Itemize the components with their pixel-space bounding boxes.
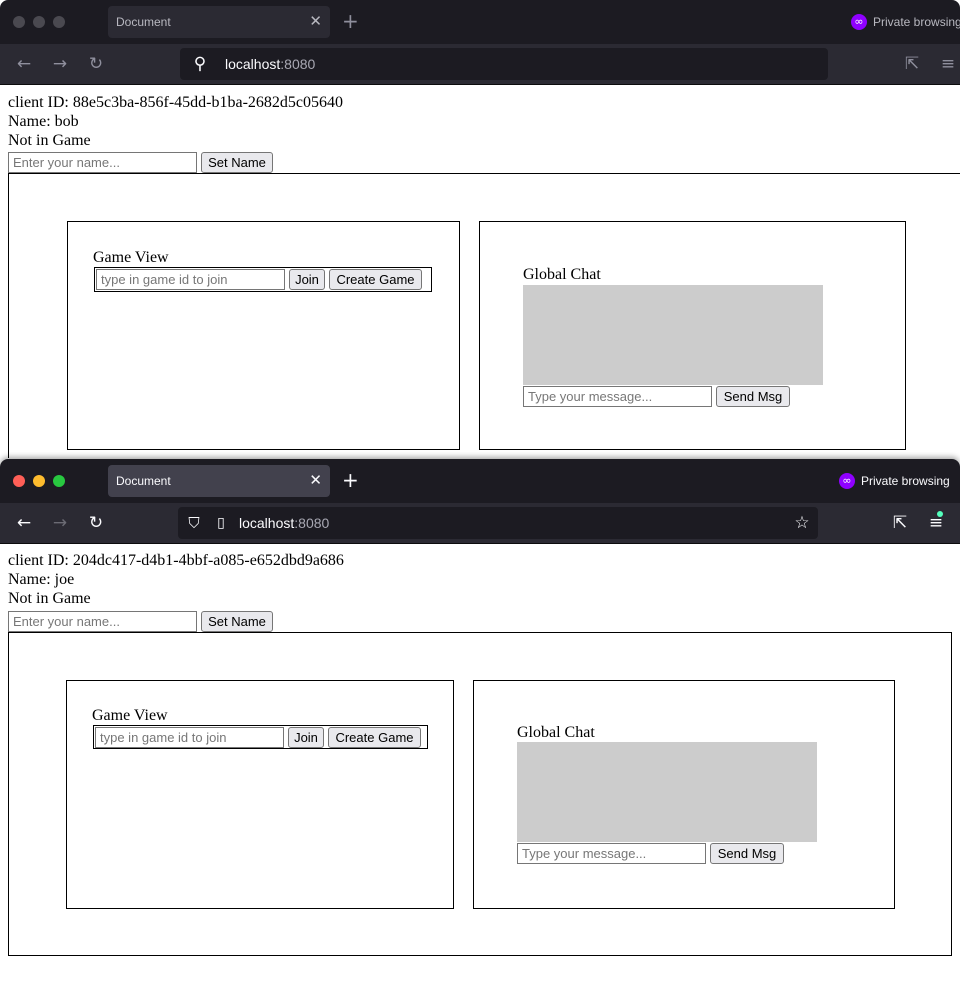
join-button[interactable]: Join — [289, 269, 325, 290]
back-icon[interactable]: ← — [14, 54, 34, 74]
zoom-window-dot[interactable] — [53, 475, 65, 487]
game-view-label: Game View — [92, 707, 168, 724]
game-id-input[interactable] — [95, 727, 284, 748]
url-port: :8080 — [294, 515, 330, 531]
global-chat-panel: Global Chat Send Msg — [479, 221, 906, 450]
send-message-button[interactable]: Send Msg — [716, 386, 790, 407]
app-frame: Game View Join Create Game Global Chat S… — [8, 173, 960, 458]
page-icon[interactable]: ▯ — [211, 513, 231, 533]
menu-icon[interactable]: ≡ — [938, 54, 958, 74]
close-tab-icon[interactable]: ✕ — [309, 12, 322, 30]
name-text: Name: bob — [8, 113, 79, 130]
extensions-icon[interactable]: ⇱ — [890, 513, 910, 533]
url-host: localhost — [239, 515, 295, 531]
url-host: localhost — [225, 56, 281, 72]
close-tab-icon[interactable]: ✕ — [309, 471, 322, 489]
forward-icon[interactable]: → — [50, 513, 70, 533]
app-frame: Game View Join Create Game Global Chat S… — [8, 632, 952, 956]
page-content: client ID: 204dc417-d4b1-4bbf-a085-e652d… — [0, 544, 960, 981]
send-message-button[interactable]: Send Msg — [710, 843, 784, 864]
private-browsing-icon: ∞ — [839, 473, 855, 489]
menu-icon[interactable]: ≡ — [926, 513, 946, 533]
reload-icon[interactable]: ↻ — [86, 513, 106, 533]
game-id-input[interactable] — [96, 269, 285, 290]
minimize-window-dot[interactable] — [33, 16, 45, 28]
set-name-button[interactable]: Set Name — [201, 611, 273, 632]
url-text[interactable]: localhost:8080 — [225, 56, 315, 72]
join-game-form: Join Create Game — [94, 267, 432, 292]
minimize-window-dot[interactable] — [33, 475, 45, 487]
client-id-text: client ID: 204dc417-d4b1-4bbf-a085-e652d… — [8, 552, 344, 569]
extensions-icon[interactable]: ⇱ — [902, 54, 922, 74]
name-input[interactable] — [8, 152, 197, 173]
join-button[interactable]: Join — [288, 727, 324, 748]
private-browsing-label: Private browsing — [861, 474, 950, 488]
close-window-dot[interactable] — [13, 475, 25, 487]
tab-strip: Document ✕ + ∞ Private browsing — [0, 0, 960, 44]
zoom-window-dot[interactable] — [53, 16, 65, 28]
chat-messages-area — [517, 742, 817, 842]
global-chat-label: Global Chat — [523, 266, 601, 283]
url-port: :8080 — [280, 56, 316, 72]
private-browsing-label: Private browsing — [873, 15, 960, 29]
game-status-text: Not in Game — [8, 590, 91, 607]
tab-document[interactable]: Document ✕ — [108, 6, 330, 38]
tab-document[interactable]: Document ✕ — [108, 465, 330, 497]
page-content: client ID: 88e5c3ba-856f-45dd-b1ba-2682d… — [0, 85, 960, 458]
game-view-label: Game View — [93, 249, 169, 266]
private-browsing-indicator: ∞ Private browsing — [839, 473, 950, 489]
new-tab-icon[interactable]: + — [342, 10, 359, 32]
game-view-panel: Game View Join Create Game — [66, 680, 454, 909]
set-name-button[interactable]: Set Name — [201, 152, 273, 173]
address-bar[interactable]: ⛉ ▯ localhost:8080 ☆ — [178, 507, 818, 539]
create-game-button[interactable]: Create Game — [329, 269, 422, 290]
chat-messages-area — [523, 285, 823, 385]
game-view-panel: Game View Join Create Game — [67, 221, 460, 450]
reload-icon[interactable]: ↻ — [86, 54, 106, 74]
update-badge — [937, 511, 943, 517]
shield-icon[interactable]: ⛉ — [184, 513, 204, 533]
name-text: Name: joe — [8, 571, 75, 588]
global-chat-panel: Global Chat Send Msg — [473, 680, 895, 909]
bookmark-star-icon[interactable]: ☆ — [792, 513, 812, 533]
global-chat-label: Global Chat — [517, 724, 595, 741]
browser-window-joe: Document ✕ + ∞ Private browsing ← → ↻ ⇱ … — [0, 459, 960, 981]
close-window-dot[interactable] — [13, 16, 25, 28]
game-status-text: Not in Game — [8, 132, 91, 149]
private-browsing-indicator: ∞ Private browsing — [851, 14, 960, 30]
url-text[interactable]: localhost:8080 — [239, 515, 329, 531]
message-input[interactable] — [517, 843, 706, 864]
create-game-button[interactable]: Create Game — [328, 727, 421, 748]
search-icon: ⚲ — [193, 54, 207, 74]
forward-icon[interactable]: → — [50, 54, 70, 74]
join-game-form: Join Create Game — [93, 725, 428, 749]
client-id-text: client ID: 88e5c3ba-856f-45dd-b1ba-2682d… — [8, 94, 344, 111]
address-bar[interactable]: ⚲ localhost:8080 — [180, 48, 828, 80]
message-input[interactable] — [523, 386, 712, 407]
private-browsing-icon: ∞ — [851, 14, 867, 30]
tab-title: Document — [116, 474, 171, 488]
back-icon[interactable]: ← — [14, 513, 34, 533]
tab-title: Document — [116, 15, 171, 29]
browser-window-bob: Document ✕ + ∞ Private browsing ← → ↻ ⇱ … — [0, 0, 960, 458]
name-input[interactable] — [8, 611, 197, 632]
new-tab-icon[interactable]: + — [342, 469, 359, 491]
tab-strip: Document ✕ + ∞ Private browsing — [0, 459, 960, 503]
